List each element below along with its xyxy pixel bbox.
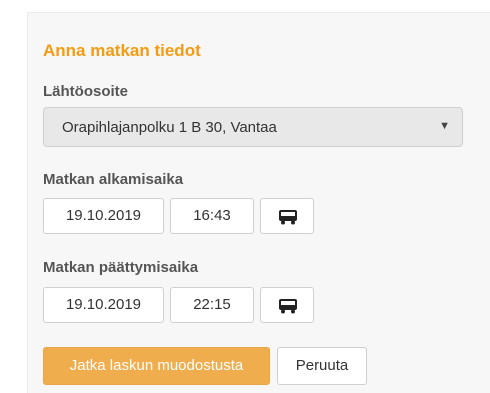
dropdown-arrow-icon: ▼ <box>439 120 450 132</box>
end-time-label: Matkan päättymisaika <box>43 259 199 276</box>
continue-invoice-button[interactable]: Jatka laskun muodostusta <box>43 347 270 385</box>
bus-icon <box>279 299 297 314</box>
start-address-value: Orapihlajanpolku 1 B 30, Vantaa <box>62 119 277 136</box>
start-bus-button[interactable] <box>260 198 314 234</box>
end-time-input[interactable]: 22:15 <box>170 287 254 323</box>
cancel-button[interactable]: Peruuta <box>277 347 367 385</box>
bus-icon <box>279 210 297 225</box>
start-address-label: Lähtöosoite <box>43 83 128 100</box>
end-bus-button[interactable] <box>260 287 314 323</box>
start-address-select[interactable]: Orapihlajanpolku 1 B 30, Vantaa ▼ <box>43 107 463 147</box>
start-time-input[interactable]: 16:43 <box>170 198 254 234</box>
end-date-input[interactable]: 19.10.2019 <box>43 287 164 323</box>
form-title: Anna matkan tiedot <box>43 41 201 60</box>
start-time-label: Matkan alkamisaika <box>43 171 184 188</box>
start-date-input[interactable]: 19.10.2019 <box>43 198 164 234</box>
